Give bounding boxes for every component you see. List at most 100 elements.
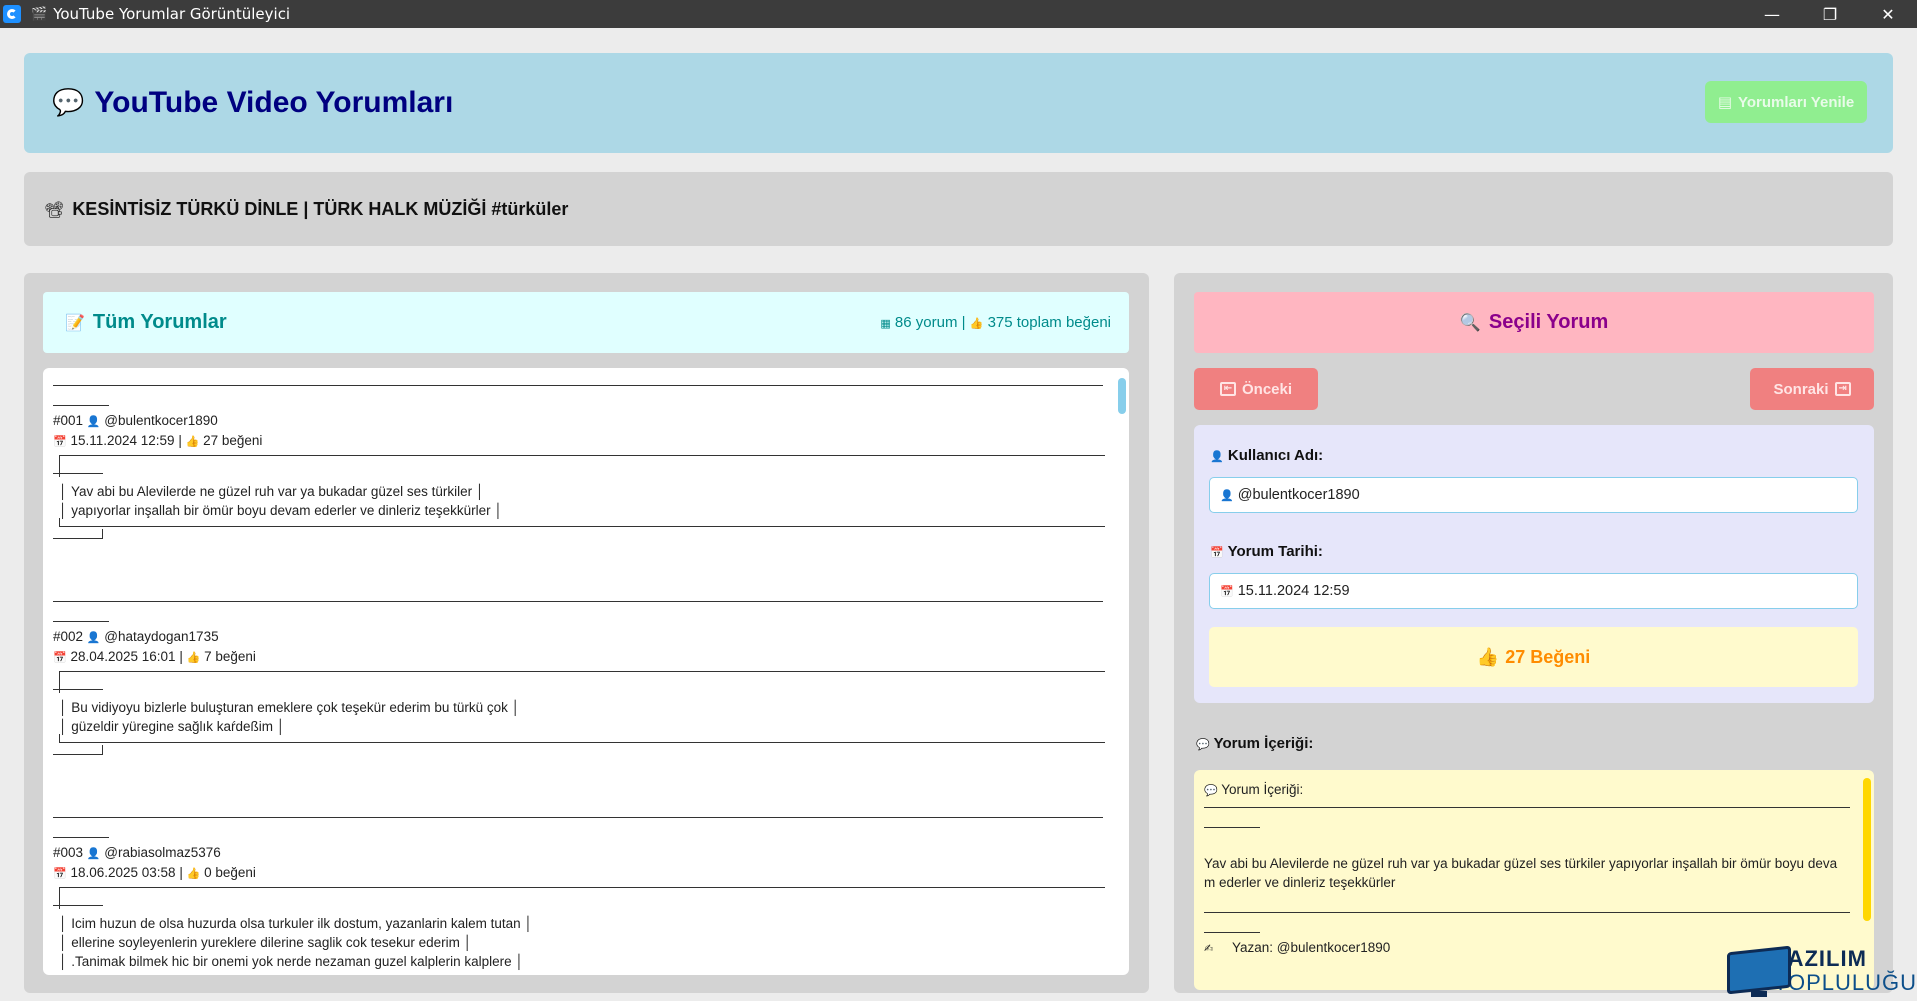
comment-text-line: │ Icim huzun de olsa huzurda olsa turkul… xyxy=(59,916,533,931)
likes-display: 👍 27 Beğeni xyxy=(1209,627,1858,687)
comment-meta-line: 📅 28.04.2025 16:01 | 👍 7 beğeni xyxy=(53,647,1103,667)
comment-username: @hataydogan1735 xyxy=(104,629,219,644)
divider xyxy=(53,601,1103,602)
comment-text-line: │ Bu vidiyoyu bizlerle buluşturan emekle… xyxy=(59,700,521,715)
thumbs-up-icon: 👍 xyxy=(1476,646,1500,667)
watermark-text: YAZILIM TOPLULUĞU xyxy=(1773,945,1917,995)
thumbs-up-icon: 👍 xyxy=(186,867,201,880)
comment-username: @bulentkocer1890 xyxy=(104,413,218,428)
memo-icon: 📝 xyxy=(65,313,85,332)
window-controls: — ❐ ✕ xyxy=(1743,0,1917,28)
comment-text-line: │ güzeldir yüregine sağlık kaŕdeßim │ xyxy=(59,719,286,734)
list-item[interactable]: #003 👤 @rabiasolmaz5376 📅 18.06.2025 03:… xyxy=(53,817,1105,975)
comments-textbox[interactable]: #001 👤 @bulentkocer1890 📅 15.11.2024 12:… xyxy=(43,368,1129,975)
refresh-comments-button[interactable]: ▤ Yorumları Yenile xyxy=(1705,81,1867,123)
box-border-tail xyxy=(53,689,103,690)
box-border-tail xyxy=(53,745,103,755)
calendar-icon: 📅 xyxy=(53,435,67,448)
divider xyxy=(1204,827,1260,828)
comment-text-line: │ yapıyorlar inşallah bir ömür boyu deva… xyxy=(59,503,503,518)
writing-hand-icon: ✍ xyxy=(1204,942,1214,955)
window-titlebar: 🎬 YouTube Yorumlar Görüntüleyici — ❐ ✕ xyxy=(0,0,1917,28)
comment-text-line: │ ellerine soyleyenlerin yureklere diler… xyxy=(59,935,473,950)
box-border-tail xyxy=(53,529,103,539)
comment-number: #002 xyxy=(53,629,84,644)
comment-meta-line: 📅 15.11.2024 12:59 | 👍 27 beğeni xyxy=(53,431,1103,451)
selected-comment-header: 🔍 Seçili Yorum xyxy=(1194,292,1874,353)
user-icon: 👤 xyxy=(1220,488,1234,502)
date-field[interactable]: 📅 15.11.2024 12:59 xyxy=(1209,573,1858,609)
likes-label: 27 Beğeni xyxy=(1505,646,1591,667)
app-icon xyxy=(3,5,21,23)
thumbs-up-icon: 👍 xyxy=(969,317,984,330)
refresh-button-label: Yorumları Yenile xyxy=(1738,93,1855,111)
video-title: KESİNTİSİZ TÜRKÜ DİNLE | TÜRK HALK MÜZİĞ… xyxy=(72,198,569,219)
page-title: YouTube Video Yorumları xyxy=(94,86,454,119)
monitor-icon xyxy=(1725,945,1791,997)
box-border-bottom xyxy=(59,518,1105,527)
comment-date: 18.06.2025 03:58 | xyxy=(70,865,183,880)
comment-header-line: #001 👤 @bulentkocer1890 xyxy=(53,411,1103,431)
user-icon: 👤 xyxy=(86,415,101,428)
date-label: Yorum Tarihi: xyxy=(1227,543,1323,560)
date-value: 15.11.2024 12:59 xyxy=(1237,583,1350,599)
maximize-button[interactable]: ❐ xyxy=(1801,0,1859,28)
total-likes: 375 toplam beğeni xyxy=(987,314,1111,331)
box-border-tail xyxy=(53,473,103,474)
video-title-bar: 📽 KESİNTİSİZ TÜRKÜ DİNLE | TÜRK HALK MÜZ… xyxy=(24,172,1893,246)
next-button-label: Sonraki xyxy=(1773,380,1829,398)
film-projector-icon: 📽 xyxy=(44,199,65,219)
comment-meta-line: 📅 18.06.2025 03:58 | 👍 0 beğeni xyxy=(53,863,1103,883)
content-text-line: m ederler ve dinleriz teşekkürler xyxy=(1204,875,1396,890)
comments-list-title: Tüm Yorumlar xyxy=(92,311,227,333)
next-button[interactable]: Sonraki ⇥ xyxy=(1750,368,1874,410)
divider xyxy=(53,837,109,838)
content-scrollbar[interactable] xyxy=(1863,778,1871,921)
selected-comment-title: Seçili Yorum xyxy=(1488,311,1609,333)
comment-likes: 7 beğeni xyxy=(204,649,256,664)
close-button[interactable]: ✕ xyxy=(1859,0,1917,28)
minimize-button[interactable]: — xyxy=(1743,0,1801,28)
username-value: @bulentkocer1890 xyxy=(1237,487,1360,503)
user-icon: 👤 xyxy=(86,631,101,644)
comments-scrollbar[interactable] xyxy=(1118,378,1126,414)
comment-date: 15.11.2024 12:59 | xyxy=(70,433,182,448)
comment-header-line: #003 👤 @rabiasolmaz5376 xyxy=(53,843,1103,863)
divider xyxy=(1204,807,1850,808)
username-field[interactable]: 👤 @bulentkocer1890 xyxy=(1209,477,1858,513)
calendar-icon: 📅 xyxy=(53,867,67,880)
content-label: Yorum İçeriği: xyxy=(1213,735,1314,752)
box-border-top xyxy=(59,455,1105,477)
comment-info-box: 👤 Kullanıcı Adı: 👤 @bulentkocer1890 📅 Yo… xyxy=(1194,425,1874,703)
comments-list-panel: 📝 Tüm Yorumlar ▦ 86 yorum | 👍 375 toplam… xyxy=(24,273,1149,993)
previous-button[interactable]: ⇤ Önceki xyxy=(1194,368,1318,410)
box-border-top xyxy=(59,671,1105,693)
divider xyxy=(53,385,1103,386)
divider xyxy=(1204,912,1850,913)
list-item[interactable]: #002 👤 @hataydogan1735 📅 28.04.2025 16:0… xyxy=(53,601,1105,810)
calendar-icon: 📅 xyxy=(53,651,67,664)
chart-icon: ▦ xyxy=(880,317,891,330)
comment-count: 86 yorum | xyxy=(894,314,966,331)
list-item[interactable]: #001 👤 @bulentkocer1890 📅 15.11.2024 12:… xyxy=(53,385,1105,594)
comment-likes: 27 beğeni xyxy=(203,433,263,448)
username-label-row: 👤 Kullanıcı Adı: xyxy=(1210,447,1323,464)
window-title: YouTube Yorumlar Görüntüleyici xyxy=(53,5,291,23)
box-border-bottom xyxy=(59,734,1105,743)
box-border-tail xyxy=(53,905,103,906)
clapperboard-icon: 🎬 xyxy=(31,6,48,21)
username-label: Kullanıcı Adı: xyxy=(1227,447,1324,464)
comment-text-line: │ .Tanimak bilmek hic bir onemi yok nerd… xyxy=(59,954,524,969)
arrow-left-icon: ⇤ xyxy=(1219,382,1236,396)
divider xyxy=(53,817,1103,818)
user-icon: 👤 xyxy=(86,847,101,860)
watermark-line1: YAZILIM xyxy=(1773,945,1867,971)
previous-button-label: Önceki xyxy=(1241,380,1293,398)
refresh-icon: ▤ xyxy=(1717,94,1732,111)
arrow-right-icon: ⇥ xyxy=(1834,382,1851,396)
user-icon: 👤 xyxy=(1210,450,1224,463)
magnifier-icon: 🔍 xyxy=(1459,312,1481,333)
comments-stats: ▦ 86 yorum | 👍 375 toplam beğeni xyxy=(880,314,1111,331)
selected-comment-panel: 🔍 Seçili Yorum ⇤ Önceki Sonraki ⇥ 👤 Kull… xyxy=(1174,273,1893,993)
calendar-icon: 📅 xyxy=(1210,546,1224,559)
